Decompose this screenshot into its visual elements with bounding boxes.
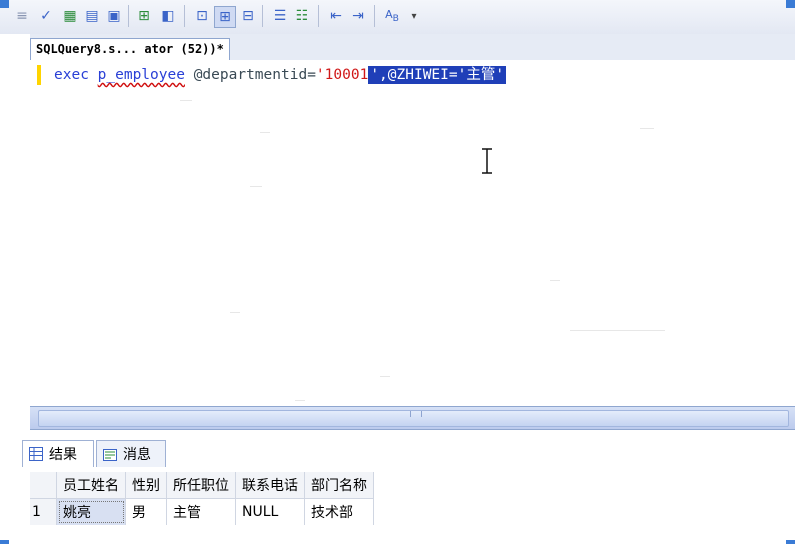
column-header[interactable]: 部门名称 bbox=[304, 472, 374, 499]
overflow-chevron-icon[interactable]: ▾ bbox=[404, 6, 424, 26]
grid-header-row: 员工姓名 性别 所任职位 联系电话 部门名称 bbox=[30, 472, 374, 499]
procedure-name: p_employee bbox=[97, 67, 185, 83]
column-header[interactable]: 性别 bbox=[125, 472, 167, 499]
display-plan-icon[interactable]: ▤ bbox=[82, 6, 102, 26]
scrollbar-grip-icon bbox=[410, 411, 422, 417]
toolbar-separator bbox=[128, 5, 129, 27]
uncomment-icon[interactable]: ☷ bbox=[292, 6, 312, 26]
horizontal-scrollbar[interactable] bbox=[30, 406, 795, 430]
toolbar: ≡ ✓ ▦ ▤ ▣ ⊞ ◧ ⊡ ⊞ ⊟ ☰ ☷ ⇤ ⇥ AB ▾ bbox=[0, 0, 795, 34]
grid-cell[interactable]: 主管 bbox=[166, 498, 236, 525]
tab-results[interactable]: 结果 bbox=[22, 440, 94, 467]
toolbar-separator bbox=[374, 5, 375, 27]
tab-messages[interactable]: 消息 bbox=[96, 440, 166, 467]
toolbar-separator bbox=[262, 5, 263, 27]
parse-icon[interactable]: ▦ bbox=[60, 6, 80, 26]
changed-line-marker bbox=[37, 65, 41, 85]
grip-icon: ≡ bbox=[16, 8, 28, 24]
table-row[interactable]: 1 姚亮 男 主管 NULL 技术部 bbox=[30, 498, 374, 525]
window-corner bbox=[786, 0, 795, 8]
noise bbox=[550, 280, 560, 281]
row-number[interactable]: 1 bbox=[30, 498, 57, 525]
include-plan-icon[interactable]: ⊞ bbox=[134, 6, 154, 26]
results-grid-icon[interactable]: ⊞ bbox=[214, 6, 236, 28]
results-grid[interactable]: 员工姓名 性别 所任职位 联系电话 部门名称 1 姚亮 男 主管 NULL 技术… bbox=[30, 472, 374, 525]
client-stats-icon[interactable]: ◧ bbox=[158, 6, 178, 26]
param-departmentid: @departmentid= bbox=[193, 67, 316, 83]
results-to-grid-icon[interactable]: ▣ bbox=[104, 6, 124, 26]
tab-messages-label: 消息 bbox=[123, 447, 151, 463]
exec-keyword: exec bbox=[54, 67, 89, 83]
tab-results-label: 结果 bbox=[49, 447, 77, 463]
column-header[interactable]: 所任职位 bbox=[166, 472, 236, 499]
query-editor[interactable]: exec p_employee @departmentid='10001 ',@Z… bbox=[30, 60, 795, 406]
column-header[interactable]: 联系电话 bbox=[235, 472, 305, 499]
noise bbox=[295, 400, 305, 401]
value-departmentid: '10001 bbox=[315, 67, 369, 83]
noise bbox=[380, 376, 390, 377]
noise bbox=[180, 100, 192, 101]
selected-text: ',@ZHIWEI='主管' bbox=[368, 66, 507, 84]
comment-icon[interactable]: ☰ bbox=[270, 6, 290, 26]
document-tab-strip: SQLQuery8.s... ator (52))* bbox=[30, 34, 795, 61]
noise bbox=[570, 330, 665, 331]
results-file-icon[interactable]: ⊟ bbox=[238, 6, 258, 26]
check-icon[interactable]: ✓ bbox=[36, 6, 56, 26]
window-corner bbox=[786, 540, 795, 544]
grid-cell[interactable]: 姚亮 bbox=[56, 498, 126, 525]
results-text-icon[interactable]: ⊡ bbox=[192, 6, 212, 26]
grid-cell[interactable]: NULL bbox=[235, 498, 305, 525]
noise bbox=[230, 312, 240, 313]
specify-values-icon[interactable]: AB bbox=[382, 6, 402, 26]
grid-icon bbox=[29, 447, 43, 461]
grid-cell[interactable]: 技术部 bbox=[304, 498, 374, 525]
grid-cell[interactable]: 男 bbox=[125, 498, 167, 525]
window-corner bbox=[0, 540, 9, 544]
tab-sqlquery8[interactable]: SQLQuery8.s... ator (52))* bbox=[30, 38, 230, 60]
window-corner bbox=[0, 0, 9, 8]
noise bbox=[640, 128, 654, 129]
ibeam-cursor-icon bbox=[481, 148, 493, 174]
row-header-corner bbox=[30, 472, 57, 499]
increase-indent-icon[interactable]: ⇥ bbox=[348, 6, 368, 26]
column-header[interactable]: 员工姓名 bbox=[56, 472, 126, 499]
toolbar-separator bbox=[318, 5, 319, 27]
decrease-indent-icon[interactable]: ⇤ bbox=[326, 6, 346, 26]
noise bbox=[250, 186, 262, 187]
noise bbox=[260, 132, 270, 133]
code-line[interactable]: exec p_employee @departmentid='10001 ',@Z… bbox=[54, 63, 507, 87]
toolbar-separator bbox=[184, 5, 185, 27]
messages-icon bbox=[103, 449, 117, 461]
results-tab-strip: 结果 消息 bbox=[22, 436, 795, 468]
